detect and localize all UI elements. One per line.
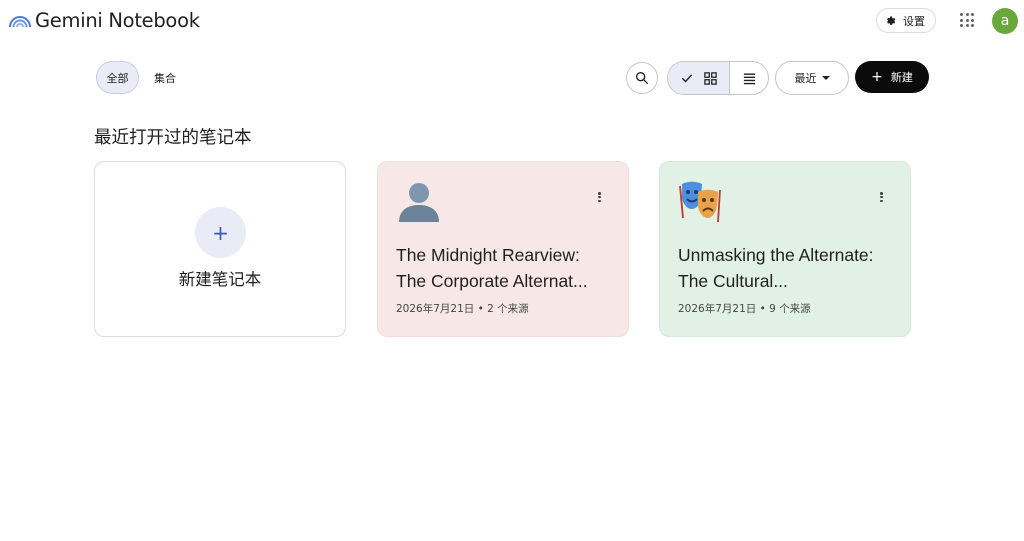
notebook-logo-icon: [9, 16, 31, 28]
app-title: Gemini Notebook: [35, 8, 200, 32]
notebook-meta: 2026年7月21日 • 9 个来源: [678, 303, 811, 315]
more-options-icon[interactable]: [598, 192, 602, 202]
sort-label: 最近: [794, 72, 817, 85]
person-silhouette-icon: [396, 178, 442, 224]
plus-icon: +: [871, 69, 883, 85]
tab-collections[interactable]: 集合: [154, 70, 176, 86]
new-label: 新建: [890, 71, 913, 84]
notebook-title: Unmasking the Alternate: The Cultural...: [678, 245, 874, 291]
search-icon: [636, 72, 648, 84]
settings-label: 设置: [903, 14, 925, 28]
theater-masks-icon: [678, 178, 724, 224]
notebook-card[interactable]: The Midnight Rearview: The Corporate Alt…: [377, 161, 629, 337]
grid-view-button[interactable]: [668, 62, 730, 94]
notebook-title: The Midnight Rearview: The Corporate Alt…: [396, 245, 588, 291]
check-icon: [681, 74, 692, 83]
app-logo[interactable]: Gemini Notebook: [9, 8, 200, 32]
notebook-card[interactable]: Unmasking the Alternate: The Cultural...…: [659, 161, 911, 337]
section-title: 最近打开过的笔记本: [94, 128, 252, 148]
avatar[interactable]: a: [992, 8, 1018, 34]
list-view-icon: [743, 73, 755, 84]
grid-view-icon: [703, 71, 717, 85]
gear-icon: [887, 16, 896, 25]
create-notebook-label: 新建笔记本: [178, 270, 262, 289]
chevron-down-icon: [821, 76, 830, 80]
notebook-meta: 2026年7月21日 • 2 个来源: [396, 303, 529, 315]
create-notebook-card[interactable]: + 新建笔记本: [94, 161, 346, 337]
new-notebook-button[interactable]: + 新建: [855, 61, 929, 93]
tab-all[interactable]: 全部: [96, 61, 139, 94]
sort-dropdown[interactable]: 最近: [775, 61, 849, 95]
more-options-icon[interactable]: [880, 192, 884, 202]
search-button[interactable]: [626, 62, 658, 94]
view-toggle: [667, 61, 769, 95]
list-view-button[interactable]: [730, 62, 768, 94]
apps-grid-icon[interactable]: [960, 13, 974, 27]
add-icon: +: [195, 207, 246, 258]
settings-button[interactable]: 设置: [876, 8, 936, 33]
